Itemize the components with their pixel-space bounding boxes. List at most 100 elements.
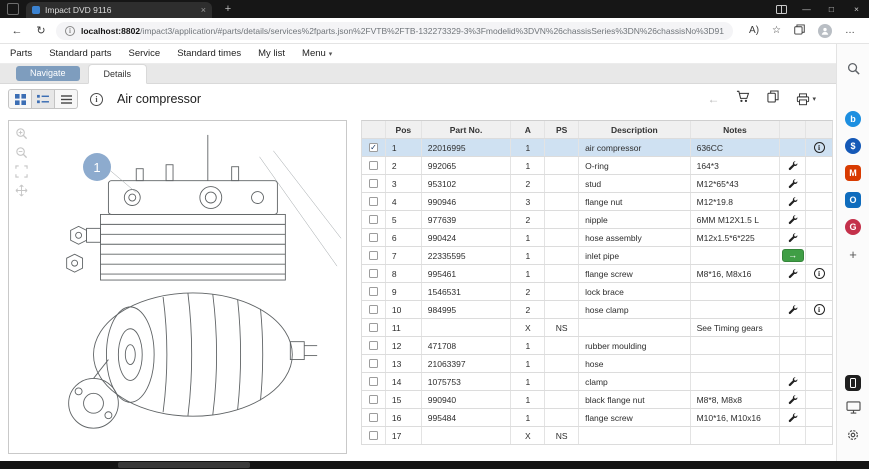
- wrench-icon[interactable]: [787, 196, 798, 207]
- list-view-button[interactable]: [31, 89, 55, 109]
- table-row[interactable]: 4 990946 3 flange nut M12*19.8: [361, 193, 833, 211]
- tab-navigate[interactable]: Navigate: [16, 66, 80, 81]
- nav-item-my-list[interactable]: My list: [258, 48, 285, 59]
- new-tab-button[interactable]: +: [220, 0, 236, 18]
- table-row[interactable]: 10 984995 2 hose clamp i: [361, 301, 833, 319]
- tab-details[interactable]: Details: [88, 64, 148, 84]
- profile-avatar[interactable]: [818, 24, 832, 38]
- favorites-icon[interactable]: ☆: [772, 25, 781, 36]
- row-checkbox[interactable]: [369, 287, 378, 296]
- row-checkbox[interactable]: [369, 233, 378, 242]
- wrench-icon[interactable]: [787, 394, 798, 405]
- row-checkbox[interactable]: [369, 197, 378, 206]
- print-caret-icon[interactable]: ▾: [812, 95, 816, 103]
- wrench-icon[interactable]: [787, 268, 798, 279]
- pan-icon[interactable]: [15, 184, 28, 197]
- taskbar-apps-area[interactable]: [118, 462, 250, 468]
- row-checkbox[interactable]: [369, 251, 378, 260]
- info-icon[interactable]: i: [814, 268, 825, 279]
- table-row[interactable]: 17 X NS: [361, 427, 833, 445]
- wrench-icon[interactable]: [787, 232, 798, 243]
- cart-icon[interactable]: [736, 90, 750, 108]
- row-checkbox[interactable]: [369, 413, 378, 422]
- settings-icon[interactable]: [837, 426, 869, 448]
- info-button[interactable]: i: [90, 93, 103, 106]
- table-row[interactable]: 6 990424 1 hose assembly M12x1.5*6*225: [361, 229, 833, 247]
- table-row[interactable]: 5 977639 2 nipple 6MM M12X1.5 L: [361, 211, 833, 229]
- row-checkbox[interactable]: [369, 395, 378, 404]
- row-checkbox[interactable]: [369, 359, 378, 368]
- hamburger-view-button[interactable]: [54, 89, 78, 109]
- row-checkbox[interactable]: [369, 431, 378, 440]
- collections-icon[interactable]: [794, 24, 805, 38]
- minimize-button[interactable]: —: [794, 0, 819, 18]
- row-checkbox[interactable]: [369, 377, 378, 386]
- games-icon[interactable]: G: [837, 216, 869, 238]
- refresh-icon[interactable]: ↻: [32, 24, 50, 37]
- table-row[interactable]: 15 990940 1 black flange nut M8*8, M8x8: [361, 391, 833, 409]
- callout-balloon[interactable]: 1: [83, 153, 111, 181]
- table-row[interactable]: 13 21063397 1 hose: [361, 355, 833, 373]
- grid-view-button[interactable]: [8, 89, 32, 109]
- row-checkbox[interactable]: [369, 269, 378, 278]
- copy-icon[interactable]: [767, 90, 779, 108]
- nav-item-menu[interactable]: Menu ▾: [302, 48, 332, 59]
- fit-screen-icon[interactable]: [15, 165, 28, 178]
- phone-link-icon[interactable]: [837, 372, 869, 394]
- address-bar[interactable]: i localhost:8802/impact3/application/#pa…: [56, 22, 733, 40]
- wrench-icon[interactable]: [787, 160, 798, 171]
- table-row[interactable]: 8 995461 1 flange screw M8*16, M8x16 i: [361, 265, 833, 283]
- wrench-icon[interactable]: [787, 178, 798, 189]
- microsoft-365-icon[interactable]: M: [837, 162, 869, 184]
- workspaces-icon[interactable]: [7, 3, 19, 15]
- windows-taskbar[interactable]: [0, 461, 869, 469]
- zoom-in-icon[interactable]: [15, 127, 28, 140]
- table-row[interactable]: 3 953102 2 stud M12*65*43: [361, 175, 833, 193]
- table-row[interactable]: 7 22335595 1 inlet pipe →: [361, 247, 833, 265]
- back-icon[interactable]: ←: [8, 25, 26, 37]
- cast-icon[interactable]: [837, 399, 869, 421]
- back-arrow-icon[interactable]: ←: [707, 92, 719, 106]
- browser-tab[interactable]: Impact DVD 9116 ×: [26, 2, 212, 18]
- wrench-icon[interactable]: [787, 304, 798, 315]
- row-checkbox[interactable]: [369, 305, 378, 314]
- wrench-icon[interactable]: [787, 376, 798, 387]
- print-button[interactable]: ▾: [796, 93, 816, 106]
- nav-item-service[interactable]: Service: [129, 48, 161, 59]
- nav-item-standard-parts[interactable]: Standard parts: [49, 48, 111, 59]
- table-row[interactable]: 2 992065 1 O-ring 164*3: [361, 157, 833, 175]
- search-icon[interactable]: [837, 60, 869, 82]
- tab-close-icon[interactable]: ×: [201, 5, 206, 15]
- table-row[interactable]: 9 1546531 2 lock brace: [361, 283, 833, 301]
- copilot-icon[interactable]: b: [837, 108, 869, 130]
- info-icon[interactable]: i: [814, 142, 825, 153]
- split-screen-icon[interactable]: [769, 0, 794, 18]
- goto-button[interactable]: →: [782, 249, 804, 262]
- drawing-panel[interactable]: 1: [8, 120, 347, 454]
- table-row[interactable]: 14 1075753 1 clamp: [361, 373, 833, 391]
- row-checkbox[interactable]: [369, 179, 378, 188]
- add-icon[interactable]: +: [837, 243, 869, 265]
- wrench-icon[interactable]: [787, 412, 798, 423]
- more-icon[interactable]: …: [845, 25, 855, 36]
- zoom-out-icon[interactable]: [15, 146, 28, 159]
- wrench-icon[interactable]: [787, 214, 798, 225]
- info-icon[interactable]: i: [814, 304, 825, 315]
- row-checkbox[interactable]: [369, 161, 378, 170]
- table-row[interactable]: 11 X NS See Timing gears: [361, 319, 833, 337]
- table-row[interactable]: ✓ 1 22016995 1 air compressor 636CC i: [361, 139, 833, 157]
- row-checkbox[interactable]: ✓: [369, 143, 378, 152]
- table-row[interactable]: 16 995484 1 flange screw M10*16, M10x16: [361, 409, 833, 427]
- table-row[interactable]: 12 471708 1 rubber moulding: [361, 337, 833, 355]
- shopping-icon[interactable]: $: [837, 135, 869, 157]
- row-checkbox[interactable]: [369, 323, 378, 332]
- outlook-icon[interactable]: O: [837, 189, 869, 211]
- nav-item-standard-times[interactable]: Standard times: [177, 48, 241, 59]
- nav-item-parts[interactable]: Parts: [10, 48, 32, 59]
- maximize-button[interactable]: □: [819, 0, 844, 18]
- row-checkbox[interactable]: [369, 341, 378, 350]
- read-aloud-icon[interactable]: A): [749, 25, 759, 36]
- site-info-icon[interactable]: i: [65, 26, 75, 36]
- row-checkbox[interactable]: [369, 215, 378, 224]
- close-button[interactable]: ×: [844, 0, 869, 18]
